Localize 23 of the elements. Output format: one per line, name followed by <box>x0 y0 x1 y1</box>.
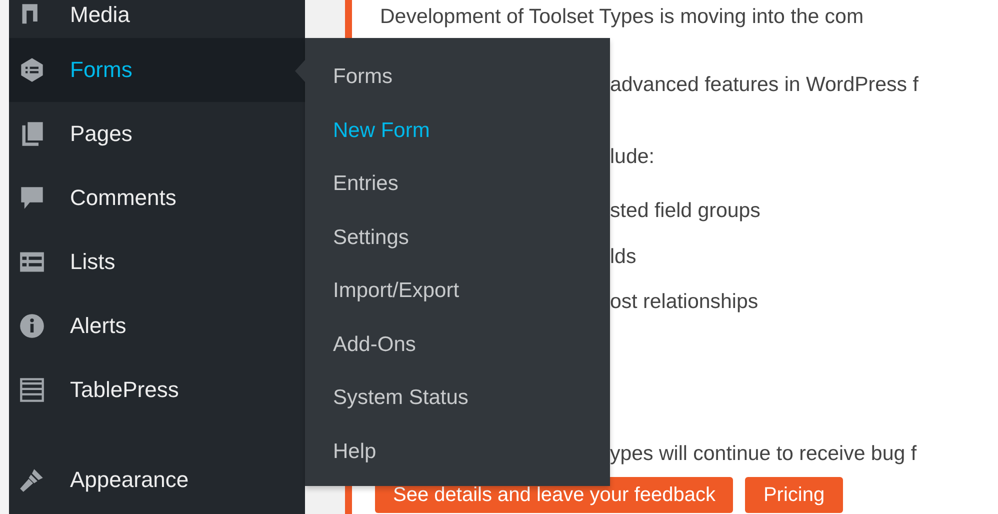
notice-text: sted field groups <box>610 198 762 224</box>
notice-text: ypes will continue to receive bug f <box>610 441 918 467</box>
menu-item[interactable]: Media <box>9 0 305 38</box>
submenu-item[interactable]: New Form <box>305 104 610 157</box>
submenu-item[interactable]: System Status <box>305 371 610 424</box>
notice-text: lude: <box>610 144 656 170</box>
submenu-item[interactable]: Help <box>305 424 610 478</box>
menu-item[interactable]: TablePress <box>9 358 305 422</box>
submenu-item[interactable]: Settings <box>305 210 610 264</box>
menu-item[interactable]: Appearance <box>9 448 305 512</box>
menu-item[interactable]: Pages <box>9 102 305 166</box>
menu-item[interactable]: Forms <box>9 38 305 102</box>
submenu-item[interactable]: Forms <box>305 50 610 104</box>
menu-item[interactable]: Alerts <box>9 294 305 358</box>
menu-item[interactable]: Comments <box>9 166 305 230</box>
notice-text: ost relationships <box>610 289 760 315</box>
notice-text: Development of Toolset Types is moving into the com <box>380 4 865 30</box>
submenu-item[interactable]: Import/Export <box>305 264 610 318</box>
notice-text: advanced features in WordPress f <box>610 72 920 98</box>
menu-item[interactable]: Lists <box>9 230 305 294</box>
notice-text: lds <box>610 244 638 270</box>
submenu-item[interactable]: Add-Ons <box>305 318 610 371</box>
submenu-item[interactable]: Entries <box>305 157 610 210</box>
